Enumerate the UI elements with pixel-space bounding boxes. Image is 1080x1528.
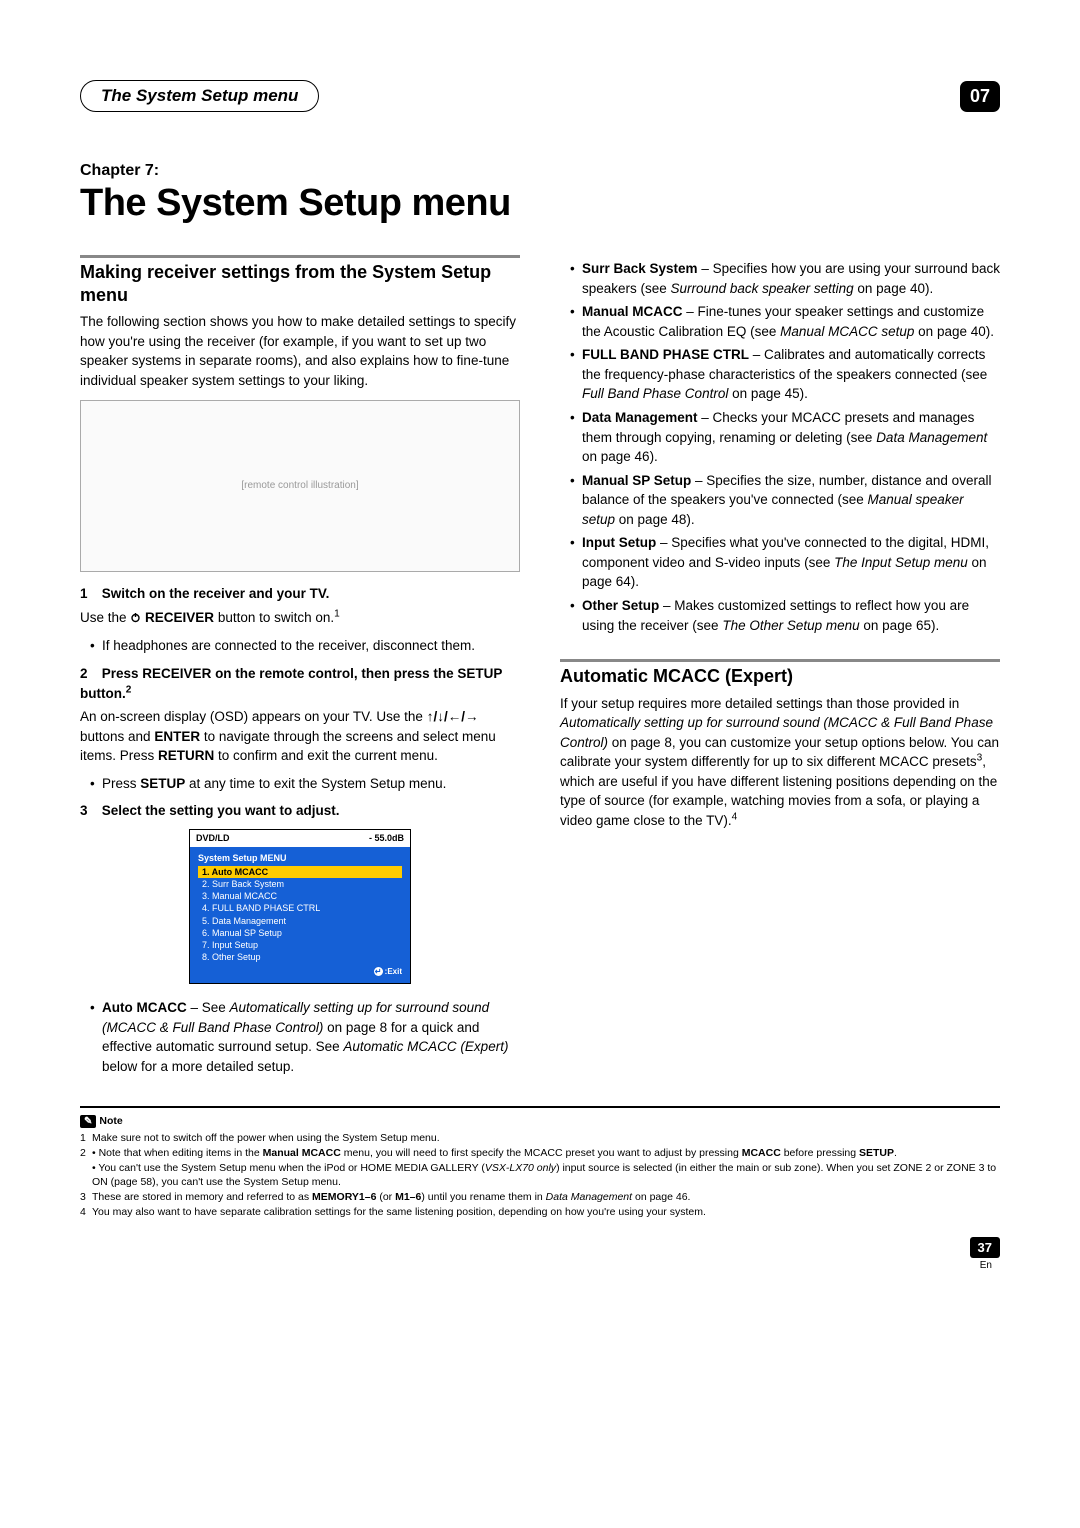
osd-level: - 55.0dB [369, 832, 404, 845]
osd-item: 5. Data Management [198, 915, 402, 927]
list-item: •Other Setup – Makes customized settings… [570, 596, 1000, 635]
step-2-text-d: to confirm and exit the current menu. [214, 748, 438, 763]
osd-item: 2. Surr Back System [198, 878, 402, 890]
step-1-bullet: • If headphones are connected to the rec… [90, 636, 520, 656]
footnote-2: 2 • Note that when editing items in the … [80, 1146, 1000, 1189]
step-1-receiver: RECEIVER [141, 610, 214, 625]
osd-menu: System Setup MENU 1. Auto MCACC 2. Surr … [190, 847, 410, 983]
osd-source: DVD/LD [196, 832, 230, 845]
header-pill: The System Setup menu [80, 80, 319, 112]
list-item: •Manual MCACC – Fine-tunes your speaker … [570, 302, 1000, 341]
page-language: En [80, 1260, 1000, 1271]
setup-label: SETUP [140, 776, 185, 791]
list-item: •Surr Back System – Specifies how you ar… [570, 259, 1000, 298]
bullet-dot: • [90, 636, 102, 656]
section-rule [560, 659, 1000, 662]
osd-item: 8. Other Setup [198, 951, 402, 963]
osd-top-bar: DVD/LD - 55.0dB [190, 830, 410, 847]
section-heading-making-settings: Making receiver settings from the System… [80, 261, 520, 306]
osd-item: 6. Manual SP Setup [198, 927, 402, 939]
osd-exit: ↵:Exit [198, 967, 402, 978]
footnotes: 1 Make sure not to switch off the power … [80, 1131, 1000, 1219]
osd-item: 4. FULL BAND PHASE CTRL [198, 902, 402, 914]
step-2-bullet: • Press SETUP at any time to exit the Sy… [90, 774, 520, 794]
list-item: •Input Setup – Specifies what you've con… [570, 533, 1000, 592]
page-number-box: 37 [80, 1237, 1000, 1258]
osd-item: 7. Input Setup [198, 939, 402, 951]
note-header: ✎Note [80, 1111, 1000, 1129]
footnote-4: 4 You may also want to have separate cal… [80, 1205, 1000, 1219]
section-rule [80, 255, 520, 258]
step-1: 1 Switch on the receiver and your TV. [80, 584, 520, 604]
power-icon [130, 609, 141, 629]
bullet-dot: • [90, 774, 102, 794]
osd-item: 1. Auto MCACC [198, 866, 402, 878]
return-label: RETURN [158, 748, 214, 763]
osd-screenshot: DVD/LD - 55.0dB System Setup MENU 1. Aut… [189, 829, 411, 984]
step-1-bullet-text: If headphones are connected to the recei… [102, 636, 520, 656]
chapter-number-badge: 07 [960, 81, 1000, 112]
list-item: •FULL BAND PHASE CTRL – Calibrates and a… [570, 345, 1000, 404]
left-column: Making receiver settings from the System… [80, 255, 520, 1080]
remote-illustration: [remote control illustration] [80, 400, 520, 572]
return-icon: ↵ [374, 967, 383, 976]
note-icon: ✎ [80, 1115, 96, 1128]
footnote-ref-4: 4 [732, 812, 738, 823]
header-row: The System Setup menu 07 [80, 80, 1000, 112]
note-label: Note [99, 1115, 122, 1127]
step-3: 3 Select the setting you want to adjust. [80, 801, 520, 821]
step-2-body: An on-screen display (OSD) appears on yo… [80, 707, 520, 766]
page-number: 37 [970, 1237, 1000, 1258]
footnote-ref-1: 1 [334, 608, 340, 619]
step-3-title: Select the setting you want to adjust. [102, 803, 340, 818]
list-item: •Data Management – Checks your MCACC pre… [570, 408, 1000, 467]
footnote-3: 3 These are stored in memory and referre… [80, 1190, 1000, 1204]
step-number: 3 [80, 801, 98, 821]
footnote-rule [80, 1106, 1000, 1108]
step-1-body: Use the RECEIVER button to switch on.1 [80, 608, 520, 629]
footnote-1: 1 Make sure not to switch off the power … [80, 1131, 1000, 1145]
step-2-bullet-text: Press SETUP at any time to exit the Syst… [102, 774, 520, 794]
step-2-title: Press RECEIVER on the remote control, th… [80, 666, 502, 701]
step-1-text-c: button to switch on. [214, 610, 334, 625]
right-column: •Surr Back System – Specifies how you ar… [560, 255, 1000, 1080]
step-number: 1 [80, 584, 98, 604]
step-2: 2 Press RECEIVER on the remote control, … [80, 664, 520, 703]
content-columns: Making receiver settings from the System… [80, 255, 1000, 1080]
page: The System Setup menu 07 Chapter 7: The … [0, 0, 1080, 1311]
chapter-title: The System Setup menu [80, 182, 1000, 225]
chapter-label: Chapter 7: [80, 162, 1000, 180]
step-1-text-a: Use the [80, 610, 130, 625]
footnote-ref-2: 2 [126, 684, 132, 695]
auto-mcacc-label: Auto MCACC [102, 1000, 187, 1015]
step-2-text-b: buttons and [80, 729, 154, 744]
list-item: •Manual SP Setup – Specifies the size, n… [570, 471, 1000, 530]
auto-mcacc-bullet: • Auto MCACC – See Automatically setting… [90, 998, 520, 1076]
osd-item: 3. Manual MCACC [198, 890, 402, 902]
bullet-dot: • [90, 998, 102, 1076]
step-1-title: Switch on the receiver and your TV. [102, 586, 330, 601]
intro-paragraph: The following section shows you how to m… [80, 312, 520, 390]
auto-mcacc-paragraph: If your setup requires more detailed set… [560, 694, 1000, 831]
step-number: 2 [80, 664, 98, 684]
step-2-text-a: An on-screen display (OSD) appears on yo… [80, 709, 427, 724]
arrow-icons: ↑/↓/←/→ [427, 709, 479, 724]
auto-mcacc-text: Auto MCACC – See Automatically setting u… [102, 998, 520, 1076]
enter-label: ENTER [154, 729, 200, 744]
osd-menu-title: System Setup MENU [198, 852, 402, 864]
section-heading-auto-mcacc: Automatic MCACC (Expert) [560, 665, 1000, 688]
